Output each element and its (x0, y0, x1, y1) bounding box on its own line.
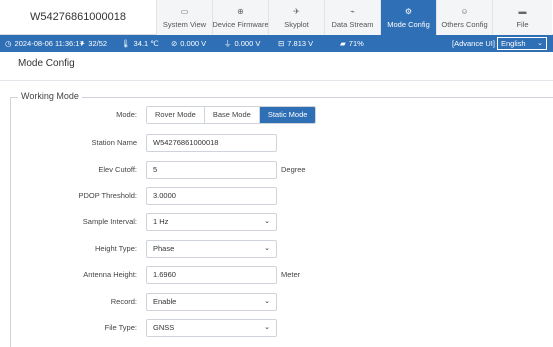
chevron-down-icon: ⌄ (537, 40, 543, 47)
mode-label: Mode: (116, 110, 137, 119)
tab-label: Others Config (441, 19, 488, 29)
status-satellites: ✦ 32/52 (79, 35, 107, 52)
status-voltage-3: ⊟ 7.813 V (278, 35, 313, 52)
status-temperature: 🌡︎ 34.1 ℃ (121, 35, 159, 52)
file-type-label: File Type: (104, 323, 137, 332)
tab-label: Data Stream (331, 19, 374, 29)
pdop-threshold-input[interactable]: 3.0000 (146, 187, 277, 205)
satellites-value: 32/52 (88, 39, 108, 48)
tab-file[interactable]: ▬ File (492, 0, 552, 35)
tab-others-config[interactable]: ☺ Others Config (436, 0, 492, 35)
tab-label: Mode Config (387, 19, 430, 29)
temperature-value: 34.1 ℃ (133, 39, 159, 48)
height-type-value: Phase (153, 244, 175, 253)
tab-label: System View (162, 19, 207, 29)
folder-icon: ▬ (518, 6, 527, 16)
device-id: W54276861000018 (29, 11, 127, 23)
satellite-count-icon: ✦ (79, 39, 86, 48)
status-voltage-1: ⊘ 0.000 V (171, 35, 206, 52)
tab-skyplot[interactable]: ✈ Skyplot (268, 0, 324, 35)
file-type-select[interactable]: GNSS ⌄ (146, 319, 277, 337)
base-mode-button[interactable]: Base Mode (204, 107, 260, 123)
static-mode-button[interactable]: Static Mode (259, 107, 316, 123)
main-tabs: ▭ System View ⊕ Device Firmware ✈ Skyplo… (156, 0, 552, 35)
tab-data-stream[interactable]: ⌁ Data Stream (324, 0, 380, 35)
chevron-down-icon: ⌄ (264, 245, 270, 252)
stream-icon: ⌁ (350, 6, 355, 16)
group-label: Working Mode (18, 91, 82, 101)
voltage3-value: 7.813 V (287, 39, 314, 48)
height-type-label: Height Type: (95, 244, 137, 253)
tab-mode-config[interactable]: ⚙ Mode Config (380, 0, 436, 35)
height-type-select[interactable]: Phase ⌄ (146, 240, 277, 258)
tab-device-firmware[interactable]: ⊕ Device Firmware (212, 0, 269, 35)
firmware-icon: ⊕ (237, 6, 244, 16)
plug-icon: ⏚ (224, 39, 232, 48)
battery-value: 71% (348, 39, 364, 48)
advance-ui-link[interactable]: [Advance UI] (452, 35, 495, 52)
thermometer-icon: 🌡︎ (121, 39, 131, 48)
sample-interval-value: 1 Hz (153, 217, 169, 226)
elev-cutoff-input[interactable]: 5 (146, 161, 277, 179)
page-title: Mode Config (18, 58, 75, 69)
battery-icon: ▰ (340, 39, 346, 48)
settings-icon: ☺ (460, 6, 469, 16)
status-battery: ▰ 71% (340, 35, 364, 52)
satellite-icon: ✈ (293, 6, 300, 16)
chevron-down-icon: ⌄ (264, 218, 270, 225)
power-supply-icon: ⊟ (278, 39, 285, 48)
language-select[interactable]: English ⌄ (497, 37, 547, 50)
status-datetime: ◷ 2024-08-06 11:36:17 (5, 35, 84, 52)
sample-interval-select[interactable]: 1 Hz ⌄ (146, 213, 277, 231)
station-name-label: Station Name (91, 138, 137, 147)
record-label: Record: (110, 297, 137, 306)
elev-cutoff-label: Elev Cutoff: (98, 165, 137, 174)
station-name-input[interactable]: W54276861000018 (146, 134, 277, 152)
clock-icon: ◷ (5, 39, 12, 48)
elev-cutoff-unit: Degree (281, 165, 306, 174)
mode-selector: Rover Mode Base Mode Static Mode (146, 106, 317, 124)
datetime-value: 2024-08-06 11:36:17 (14, 39, 84, 48)
gear-icon: ⚙ (404, 6, 413, 16)
language-value: English (501, 39, 526, 48)
status-voltage-2: ⏚ 0.000 V (224, 35, 260, 52)
file-type-value: GNSS (153, 323, 175, 332)
status-bar: ◷ 2024-08-06 11:36:17 ✦ 32/52 🌡︎ 34.1 ℃ ⊘ 0.… (0, 35, 553, 52)
pdop-threshold-label: PDOP Threshold: (78, 191, 137, 200)
chevron-down-icon: ⌄ (264, 298, 270, 305)
tab-label: Device Firmware (212, 19, 269, 29)
chevron-down-icon: ⌄ (264, 324, 270, 331)
monitor-icon: ▭ (180, 6, 189, 16)
tab-system-view[interactable]: ▭ System View (156, 0, 212, 35)
antenna-height-input[interactable]: 1.6960 (146, 266, 277, 284)
voltage2-value: 0.000 V (234, 39, 261, 48)
voltage1-value: 0.000 V (180, 39, 207, 48)
antenna-height-label: Antenna Height: (83, 270, 137, 279)
antenna-height-unit: Meter (281, 270, 301, 279)
tab-label: File (516, 19, 529, 29)
divider (0, 80, 553, 81)
power-icon: ⊘ (171, 39, 178, 48)
sample-interval-label: Sample Interval: (82, 217, 137, 226)
record-value: Enable (153, 297, 177, 306)
tab-label: Skyplot (284, 19, 309, 29)
record-select[interactable]: Enable ⌄ (146, 293, 277, 311)
top-header: W54276861000018 ▭ System View ⊕ Device F… (0, 0, 553, 35)
rover-mode-button[interactable]: Rover Mode (147, 107, 205, 123)
